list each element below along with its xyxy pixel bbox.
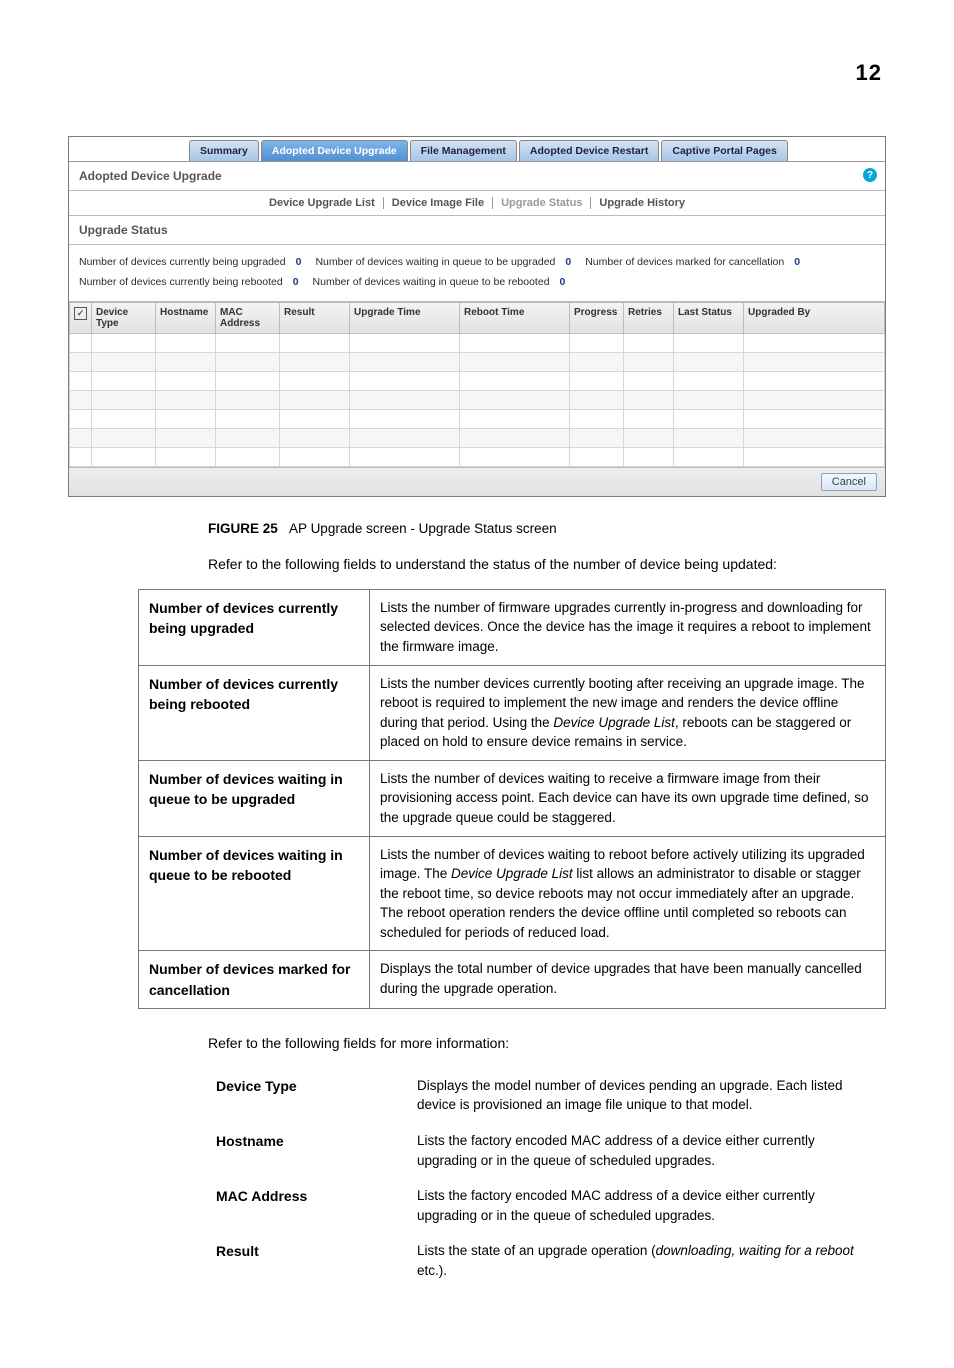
subtab-upgrade-status[interactable]: Upgrade Status: [493, 197, 591, 209]
stat-label: Number of devices currently being reboot…: [79, 273, 283, 293]
col-hostname[interactable]: Hostname: [156, 302, 216, 333]
table-row: [70, 333, 885, 352]
desc-text: Displays the total number of device upgr…: [370, 951, 886, 1009]
description-table-2: Device Type Displays the model number of…: [208, 1068, 886, 1289]
subtab-device-image-file[interactable]: Device Image File: [384, 197, 493, 209]
stat-value: 0: [293, 273, 299, 293]
button-row: Cancel: [69, 467, 885, 496]
tab-adopted-device-restart[interactable]: Adopted Device Restart: [519, 140, 659, 161]
intro-text-1: Refer to the following fields to underst…: [208, 554, 886, 575]
section-title: Adopted Device Upgrade ?: [69, 162, 885, 190]
stat-label: Number of devices currently being upgrad…: [79, 253, 286, 273]
stats-row: Number of devices currently being upgrad…: [69, 245, 885, 302]
desc-term: MAC Address: [208, 1178, 409, 1233]
screenshot: Summary Adopted Device Upgrade File Mana…: [68, 136, 886, 497]
table-row: [70, 390, 885, 409]
desc-text: Lists the number of devices waiting to r…: [370, 760, 886, 836]
stat-value: 0: [560, 273, 566, 293]
col-result[interactable]: Result: [280, 302, 350, 333]
desc-term: Result: [208, 1233, 409, 1288]
col-upgraded-by[interactable]: Upgraded By: [744, 302, 885, 333]
col-upgrade-time[interactable]: Upgrade Time: [350, 302, 460, 333]
desc-term: Number of devices waiting in queue to be…: [139, 836, 370, 951]
col-retries[interactable]: Retries: [624, 302, 674, 333]
desc-term: Number of devices currently being reboot…: [139, 665, 370, 760]
table-row: [70, 371, 885, 390]
table-row: [70, 428, 885, 447]
stat-label: Number of devices marked for cancellatio…: [585, 253, 784, 273]
description-table-1: Number of devices currently being upgrad…: [138, 589, 886, 1009]
figure-caption: FIGURE 25 AP Upgrade screen - Upgrade St…: [208, 521, 886, 536]
page-number: 12: [68, 60, 886, 86]
desc-text: Lists the number devices currently booti…: [370, 665, 886, 760]
desc-term: Number of devices marked for cancellatio…: [139, 951, 370, 1009]
figure-label: FIGURE 25: [208, 521, 278, 536]
desc-term: Number of devices waiting in queue to be…: [139, 760, 370, 836]
stat-value: 0: [296, 253, 302, 273]
main-tabs: Summary Adopted Device Upgrade File Mana…: [69, 137, 885, 162]
col-mac-address[interactable]: MAC Address: [216, 302, 280, 333]
desc-text: Lists the factory encoded MAC address of…: [409, 1178, 886, 1233]
figure-caption-text: AP Upgrade screen - Upgrade Status scree…: [289, 521, 557, 536]
status-grid: ✓ Device Type Hostname MAC Address Resul…: [69, 302, 885, 467]
subsection-title: Upgrade Status: [69, 216, 885, 245]
col-device-type[interactable]: Device Type: [92, 302, 156, 333]
desc-text: Displays the model number of devices pen…: [409, 1068, 886, 1123]
sub-tabs: Device Upgrade List Device Image File Up…: [69, 190, 885, 216]
desc-text: Lists the factory encoded MAC address of…: [409, 1123, 886, 1178]
tab-captive-portal-pages[interactable]: Captive Portal Pages: [661, 140, 787, 161]
stat-label: Number of devices waiting in queue to be…: [315, 253, 555, 273]
section-title-text: Adopted Device Upgrade: [79, 169, 222, 183]
table-row: [70, 409, 885, 428]
cancel-button[interactable]: Cancel: [821, 473, 877, 491]
select-all-header[interactable]: ✓: [70, 302, 92, 333]
desc-term: Number of devices currently being upgrad…: [139, 589, 370, 665]
help-icon[interactable]: ?: [863, 168, 877, 182]
stat-label: Number of devices waiting in queue to be…: [313, 273, 550, 293]
desc-text: Lists the number of firmware upgrades cu…: [370, 589, 886, 665]
table-row: [70, 352, 885, 371]
checkbox-icon[interactable]: ✓: [74, 307, 87, 320]
tab-summary[interactable]: Summary: [189, 140, 259, 161]
col-last-status[interactable]: Last Status: [674, 302, 744, 333]
desc-term: Hostname: [208, 1123, 409, 1178]
desc-text: Lists the state of an upgrade operation …: [409, 1233, 886, 1288]
subtab-device-upgrade-list[interactable]: Device Upgrade List: [261, 197, 384, 209]
subtab-upgrade-history[interactable]: Upgrade History: [591, 197, 693, 209]
desc-text: Lists the number of devices waiting to r…: [370, 836, 886, 951]
col-reboot-time[interactable]: Reboot Time: [460, 302, 570, 333]
tab-adopted-device-upgrade[interactable]: Adopted Device Upgrade: [261, 140, 408, 161]
col-progress[interactable]: Progress: [570, 302, 624, 333]
desc-term: Device Type: [208, 1068, 409, 1123]
table-row: [70, 447, 885, 466]
intro-text-2: Refer to the following fields for more i…: [208, 1033, 886, 1054]
stat-value: 0: [565, 253, 571, 273]
stat-value: 0: [794, 253, 800, 273]
tab-file-management[interactable]: File Management: [410, 140, 517, 161]
